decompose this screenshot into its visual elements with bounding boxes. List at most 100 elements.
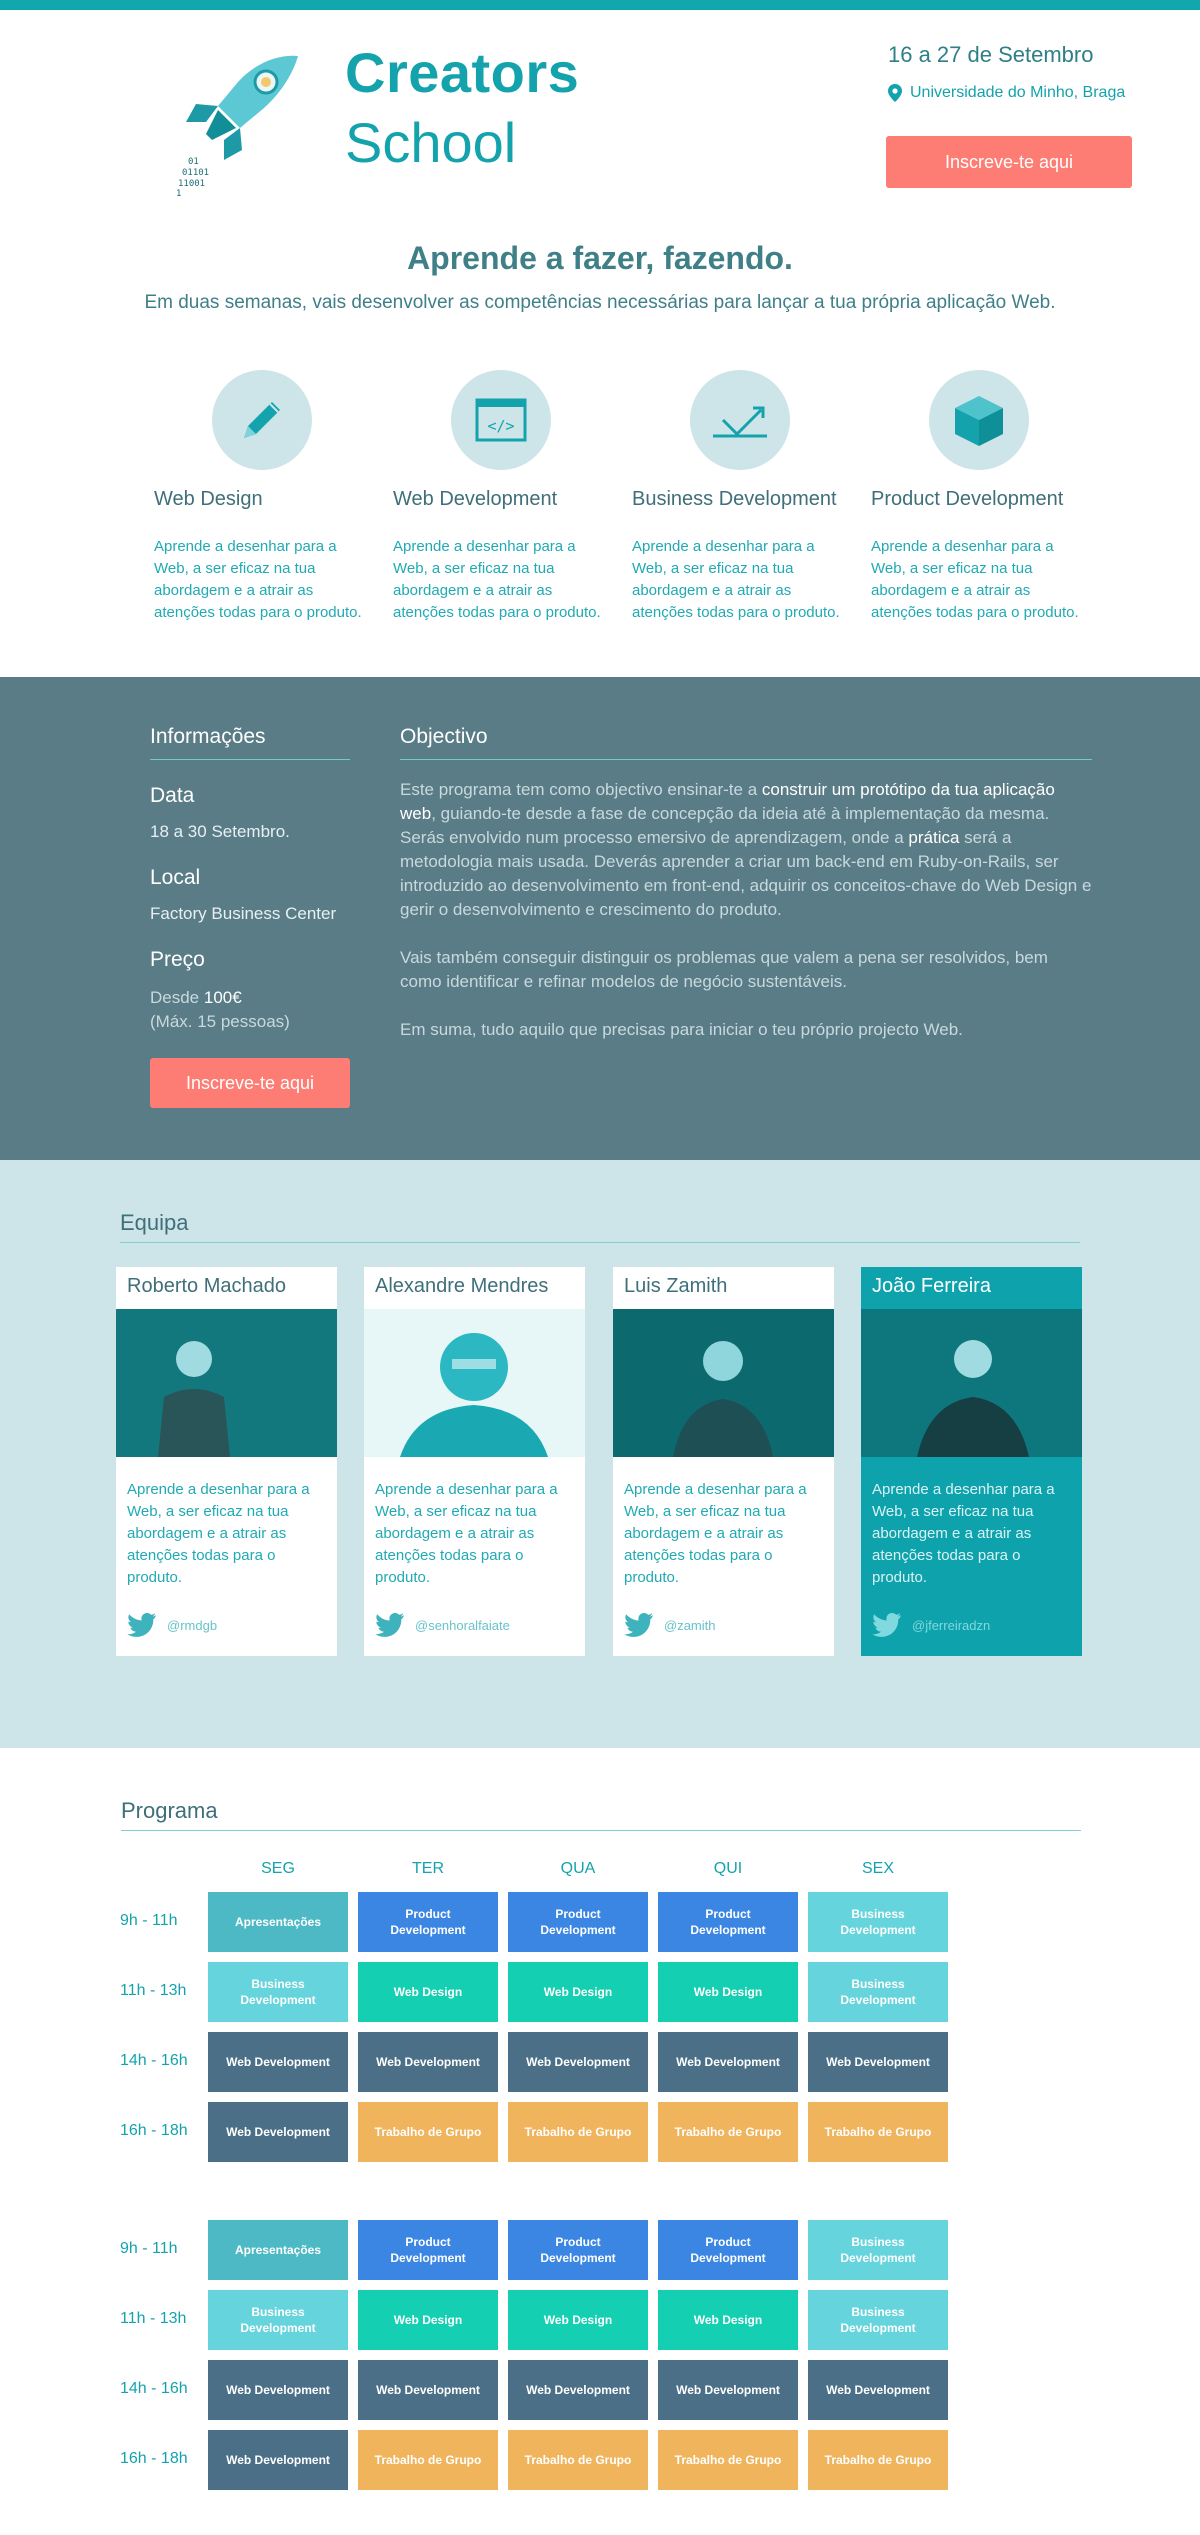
code-window-icon: </> <box>451 370 551 470</box>
schedule-session[interactable]: Web Development <box>658 2360 798 2420</box>
register-button-info[interactable]: Inscreve-te aqui <box>150 1058 350 1108</box>
schedule-session[interactable]: Web Development <box>658 2032 798 2092</box>
schedule-session[interactable]: Business Development <box>208 1962 348 2022</box>
top-accent-bar <box>0 0 1200 10</box>
header: 01 01101 11001 1 Creators School 16 a 27… <box>0 10 1200 220</box>
member-photo <box>613 1309 834 1457</box>
twitter-link[interactable]: @jferreiradzn <box>872 1612 990 1638</box>
schedule-session[interactable]: Product Development <box>508 1892 648 1952</box>
time-slot-label: 11h - 13h <box>120 1982 187 1999</box>
schedule-session[interactable]: Trabalho de Grupo <box>508 2102 648 2162</box>
schedule-session[interactable]: Web Development <box>208 2430 348 2490</box>
objective-text: Este programa tem como objectivo ensinar… <box>400 780 762 799</box>
team-section: Equipa Roberto Machado Aprende a desenha… <box>0 1160 1200 1748</box>
twitter-icon <box>127 1612 156 1637</box>
objective-highlight: prática <box>908 828 960 847</box>
schedule-session[interactable]: Business Development <box>208 2290 348 2350</box>
schedule-session[interactable]: Trabalho de Grupo <box>358 2430 498 2490</box>
team-card[interactable]: Roberto Machado Aprende a desenhar para … <box>116 1267 337 1656</box>
schedule-session[interactable]: Web Development <box>208 2102 348 2162</box>
schedule-session[interactable]: Apresentações <box>208 1892 348 1952</box>
day-header: QUI <box>713 1860 743 1877</box>
schedule-session[interactable]: Product Development <box>658 1892 798 1952</box>
schedule-session[interactable]: Web Development <box>508 2032 648 2092</box>
svg-text:01: 01 <box>188 157 199 167</box>
twitter-handle[interactable]: @zamith <box>664 1618 716 1633</box>
schedule-session[interactable]: Trabalho de Grupo <box>358 2102 498 2162</box>
schedule-session[interactable]: Web Development <box>508 2360 648 2420</box>
schedule-session[interactable]: Business Development <box>808 2290 948 2350</box>
schedule-week-2: 9h - 11h Apresentações Product Development… <box>120 2210 1120 2530</box>
feature-title: Web Development <box>393 488 558 510</box>
time-slot-label: 9h - 11h <box>120 2240 178 2257</box>
schedule-session[interactable]: Web Design <box>358 2290 498 2350</box>
info-panel: Informações Data 18 a 30 Setembro. Local… <box>150 725 350 1108</box>
member-description: Aprende a desenhar para a Web, a ser efi… <box>872 1481 1055 1586</box>
team-card[interactable]: Alexandre Mendres Aprende a desenhar par… <box>364 1267 585 1656</box>
brand-title: Creators <box>345 41 580 104</box>
schedule-session[interactable]: Web Design <box>508 2290 648 2350</box>
schedule-session[interactable]: Web Design <box>508 1962 648 2022</box>
rocket-logo[interactable]: 01 01101 11001 1 <box>168 48 318 199</box>
schedule-session[interactable]: Trabalho de Grupo <box>658 2430 798 2490</box>
objective-paragraph: Em suma, tudo aquilo que precisas para i… <box>400 1020 963 1039</box>
schedule-session[interactable]: Web Development <box>358 2360 498 2420</box>
member-photo <box>861 1309 1082 1457</box>
schedule-session[interactable]: Trabalho de Grupo <box>508 2430 648 2490</box>
time-slot-label: 14h - 16h <box>120 2380 188 2397</box>
twitter-link[interactable]: @senhoralfaiate <box>375 1612 510 1638</box>
event-dates: 16 a 27 de Setembro <box>888 42 1094 67</box>
info-section: Informações Data 18 a 30 Setembro. Local… <box>0 677 1200 1160</box>
register-button-header[interactable]: Inscreve-te aqui <box>886 136 1132 188</box>
team-card[interactable]: Luis Zamith Aprende a desenhar para a We… <box>613 1267 834 1656</box>
features-row: Web Design Aprende a desenhar para a Web… <box>154 370 1084 640</box>
twitter-handle[interactable]: @senhoralfaiate <box>415 1618 510 1633</box>
day-header: TER <box>412 1860 444 1877</box>
twitter-handle[interactable]: @rmdgb <box>167 1618 217 1633</box>
schedule-session[interactable]: Web Development <box>808 2360 948 2420</box>
schedule-session[interactable]: Product Development <box>358 1892 498 1952</box>
info-heading: Informações <box>150 725 350 760</box>
schedule-session[interactable]: Apresentações <box>208 2220 348 2280</box>
schedule-session[interactable]: Business Development <box>808 1892 948 1952</box>
twitter-handle[interactable]: @jferreiradzn <box>912 1618 990 1633</box>
location-label: Local <box>150 866 201 889</box>
schedule-session[interactable]: Trabalho de Grupo <box>658 2102 798 2162</box>
schedule-session[interactable]: Trabalho de Grupo <box>808 2102 948 2162</box>
growth-arrow-icon <box>690 370 790 470</box>
schedule-session[interactable]: Web Development <box>208 2032 348 2092</box>
svg-text:11001: 11001 <box>178 179 205 189</box>
schedule-session[interactable]: Trabalho de Grupo <box>808 2430 948 2490</box>
location-value: Factory Business Center <box>150 904 337 923</box>
schedule-session[interactable]: Web Design <box>658 1962 798 2022</box>
schedule-session[interactable]: Product Development <box>658 2220 798 2280</box>
team-heading: Equipa <box>120 1210 1080 1243</box>
schedule-session[interactable]: Business Development <box>808 1962 948 2022</box>
twitter-icon <box>872 1612 901 1637</box>
schedule-session[interactable]: Product Development <box>358 2220 498 2280</box>
time-slot-label: 14h - 16h <box>120 2052 188 2069</box>
twitter-link[interactable]: @rmdgb <box>127 1612 217 1638</box>
brand-subtitle: School <box>345 111 517 174</box>
time-slot-label: 9h - 11h <box>120 1912 178 1929</box>
schedule-session[interactable]: Business Development <box>808 2220 948 2280</box>
pencil-icon <box>212 370 312 470</box>
member-name: João Ferreira <box>872 1275 991 1297</box>
objective-paragraph: Vais também conseguir distinguir os prob… <box>400 948 1048 991</box>
feature-description: Aprende a desenhar para a Web, a ser efi… <box>632 538 840 621</box>
schedule-session[interactable]: Web Development <box>808 2032 948 2092</box>
price-amount: 100€ <box>203 988 242 1007</box>
schedule-session[interactable]: Web Design <box>658 2290 798 2350</box>
schedule-session[interactable]: Web Design <box>358 1962 498 2022</box>
team-card-highlighted[interactable]: João Ferreira Aprende a desenhar para a … <box>861 1267 1082 1656</box>
feature-description: Aprende a desenhar para a Web, a ser efi… <box>154 538 362 621</box>
member-description: Aprende a desenhar para a Web, a ser efi… <box>127 1481 310 1586</box>
schedule-session[interactable]: Web Development <box>208 2360 348 2420</box>
schedule-session[interactable]: Web Development <box>358 2032 498 2092</box>
twitter-icon <box>375 1612 404 1637</box>
schedule-session[interactable]: Product Development <box>508 2220 648 2280</box>
programme-heading: Programa <box>121 1798 1081 1831</box>
feature-description: Aprende a desenhar para a Web, a ser efi… <box>871 538 1079 621</box>
member-description: Aprende a desenhar para a Web, a ser efi… <box>375 1481 558 1586</box>
twitter-link[interactable]: @zamith <box>624 1612 716 1638</box>
